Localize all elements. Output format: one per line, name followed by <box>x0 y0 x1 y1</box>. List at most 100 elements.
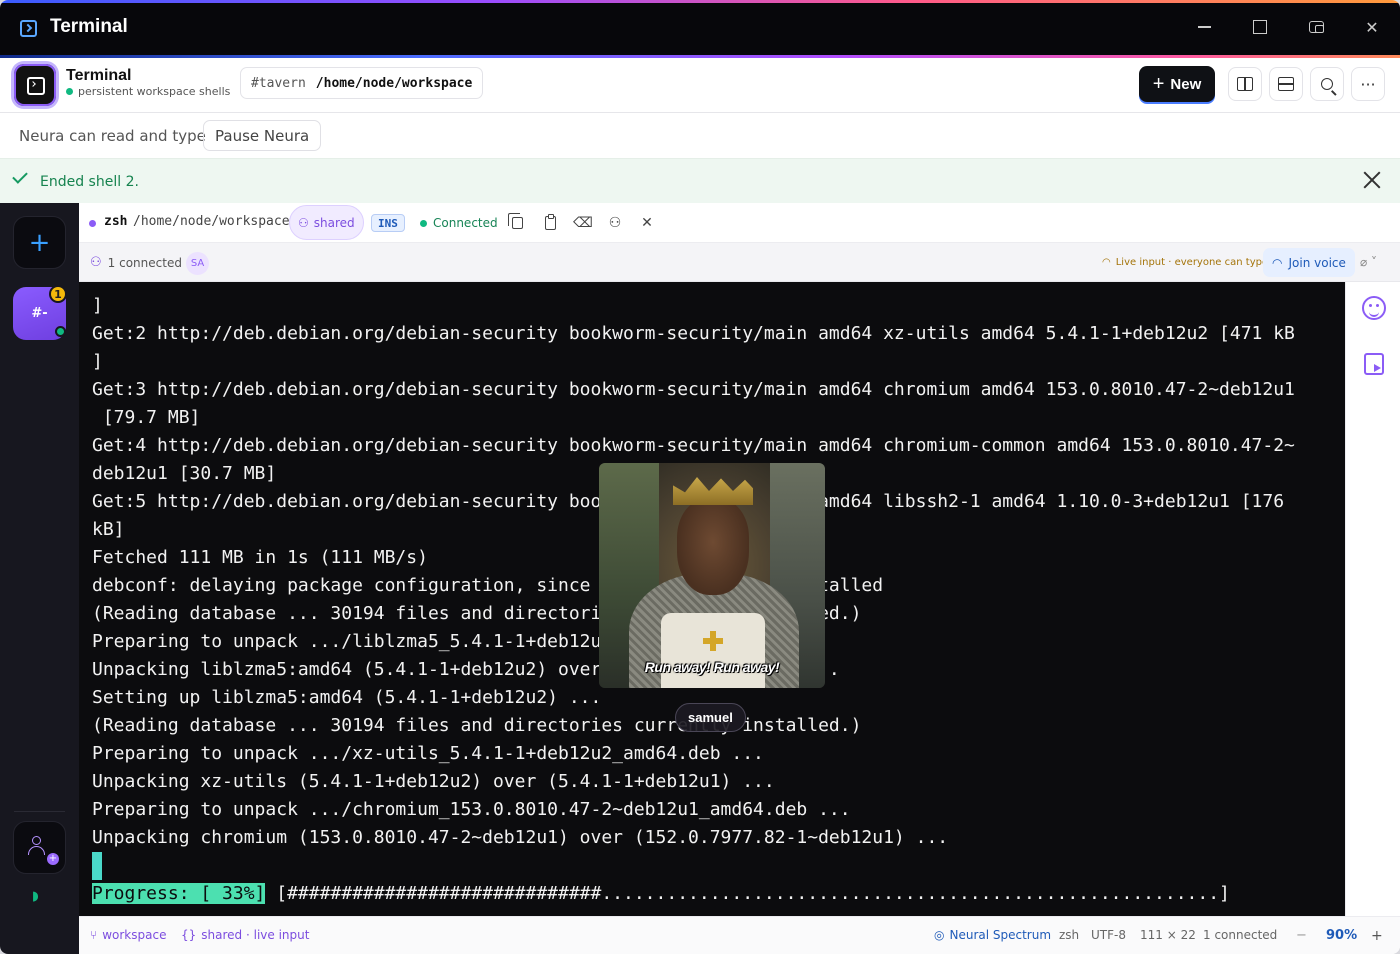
add-channel-button[interactable]: + <box>13 216 66 269</box>
terminal-window: Terminal ✕ Terminal persistent workspace… <box>0 0 1400 954</box>
app-header: Terminal persistent workspace shells #ta… <box>0 58 1400 113</box>
close-icon: ✕ <box>641 215 653 231</box>
pane-status-dot <box>89 220 96 227</box>
header-title: Terminal <box>66 67 132 84</box>
workspace-label: workspace <box>102 928 167 942</box>
progress-label: Progress: [ 33%] <box>92 883 266 904</box>
zoom-in-button[interactable]: + <box>1371 928 1383 944</box>
search-button[interactable] <box>1310 67 1344 101</box>
neura-status: Neura can read and type <box>19 127 206 145</box>
dismiss-notice-button[interactable] <box>1360 168 1384 192</box>
eraser-icon: ⌫ <box>573 215 593 231</box>
neura-bar: Neura can read and type Pause Neura <box>0 113 1400 158</box>
close-pane-button[interactable]: ✕ <box>639 215 655 231</box>
mic-off-icon: ⌀ ˅ <box>1360 255 1378 269</box>
split-vertical-button[interactable] <box>1228 67 1262 101</box>
connected-dot-icon <box>420 219 427 227</box>
terminal-size-status: 111 × 22 <box>1140 928 1196 942</box>
connected-count: ⚇ 1 connected <box>90 255 182 270</box>
participant-name-tag: samuel <box>675 703 746 732</box>
check-icon <box>12 168 28 184</box>
shared-label: shared <box>313 215 355 230</box>
terminal-logo-icon <box>14 64 56 106</box>
online-indicator <box>55 326 66 337</box>
live-input-indicator: ◠ Live input · everyone can type <box>1102 257 1268 268</box>
connection-label: Connected <box>433 216 498 230</box>
left-rail: + #- 1 + ◗ <box>0 203 79 954</box>
shared-badge[interactable]: ⚇ shared <box>289 205 364 240</box>
zoom-level[interactable]: 90% <box>1326 928 1357 943</box>
rail-divider <box>14 811 65 812</box>
connected-status: 1 connected <box>1203 928 1278 942</box>
clipboard-icon <box>544 214 556 230</box>
close-window-button[interactable]: ✕ <box>1352 12 1392 42</box>
window-title: Terminal <box>50 16 128 37</box>
new-shell-button[interactable]: + New <box>1139 66 1215 102</box>
more-button[interactable]: ··· <box>1351 67 1385 101</box>
participants-button[interactable]: ⚇ <box>607 215 623 231</box>
snap-button[interactable] <box>1296 12 1336 42</box>
connected-count-label: 1 connected <box>107 255 182 270</box>
video-caption: Run away! Run away! <box>644 659 780 675</box>
split-horizontal-icon <box>1278 77 1294 91</box>
branch-icon: ⑂ <box>90 928 98 942</box>
live-input-label: Live input · everyone can type <box>1115 257 1269 268</box>
theme-label: Neural Spectrum <box>949 928 1052 942</box>
copy-button[interactable] <box>507 213 525 231</box>
maximize-icon <box>1253 20 1267 34</box>
video-tile[interactable]: Run away! Run away! <box>599 463 825 688</box>
minimize-button[interactable] <box>1184 12 1224 42</box>
face-shape <box>677 499 749 595</box>
add-reaction-button[interactable] <box>1362 296 1386 320</box>
people-icon <box>32 836 41 845</box>
shell-status: zsh <box>1059 928 1080 942</box>
invite-people-button[interactable]: + <box>13 821 66 874</box>
zoom-out-button[interactable]: − <box>1296 928 1307 943</box>
status-dot-icon <box>66 88 73 95</box>
pane-cwd: /home/node/workspace <box>133 214 290 229</box>
workspace-status[interactable]: ⑂ workspace <box>90 928 166 942</box>
split-horizontal-button[interactable] <box>1269 67 1303 101</box>
progress-line: Progress: [ 33%] [######################… <box>92 880 1230 908</box>
presence-bar: ⚇ 1 connected SA ◠ Live input · everyone… <box>79 243 1400 282</box>
header-subtitle-text: persistent workspace shells <box>78 85 231 98</box>
minimize-icon <box>1197 26 1211 28</box>
people-icon-body <box>28 846 45 855</box>
clear-button[interactable]: ⌫ <box>573 215 593 231</box>
progress-bar: [#############################..........… <box>265 883 1230 904</box>
mic-muted-dropdown[interactable]: ⌀ ˅ <box>1360 255 1377 269</box>
path-text: /home/node/workspace <box>315 75 473 91</box>
notice-banner: Ended shell 2. <box>0 158 1400 203</box>
shared-status: {} shared · live input <box>181 928 309 942</box>
avatar[interactable]: SA <box>186 252 209 275</box>
right-dock <box>1345 282 1400 916</box>
notice-message: Ended shell 2. <box>40 174 139 190</box>
title-bar: Terminal ✕ <box>0 3 1400 55</box>
connection-status: Connected <box>420 216 498 230</box>
add-icon: + <box>47 853 59 865</box>
search-icon <box>1321 78 1333 90</box>
workspace-path[interactable]: #tavern /home/node/workspace <box>240 67 484 99</box>
new-shell-label: New <box>1170 75 1202 93</box>
status-bar: ⑂ workspace {} shared · live input ◎ Neural… <box>79 916 1400 954</box>
plus-icon: + <box>1152 73 1165 95</box>
encoding-status: UTF-8 <box>1091 928 1126 942</box>
terminal-cursor <box>92 852 102 880</box>
paste-button[interactable] <box>542 214 558 231</box>
shared-status-label: shared · live input <box>201 928 310 942</box>
wifi-icon: ◗ <box>32 889 39 904</box>
terminal-app-icon <box>20 20 37 37</box>
theme-selector[interactable]: ◎ Neural Spectrum <box>934 928 1051 942</box>
pane-header: zsh /home/node/workspace ⚇ shared INS Co… <box>79 203 1400 243</box>
pause-neura-button[interactable]: Pause Neura <box>203 120 322 151</box>
copy-icon <box>507 213 523 229</box>
join-voice-button[interactable]: ◠ Join voice <box>1263 248 1355 277</box>
close-icon: ✕ <box>1365 17 1379 37</box>
media-button[interactable] <box>1364 353 1384 375</box>
mode-badge: INS <box>371 214 405 232</box>
header-subtitle: persistent workspace shells <box>66 85 230 98</box>
snap-icon <box>1308 21 1324 33</box>
maximize-button[interactable] <box>1240 12 1280 42</box>
crown-shape <box>673 477 753 505</box>
more-icon: ··· <box>1360 74 1376 94</box>
